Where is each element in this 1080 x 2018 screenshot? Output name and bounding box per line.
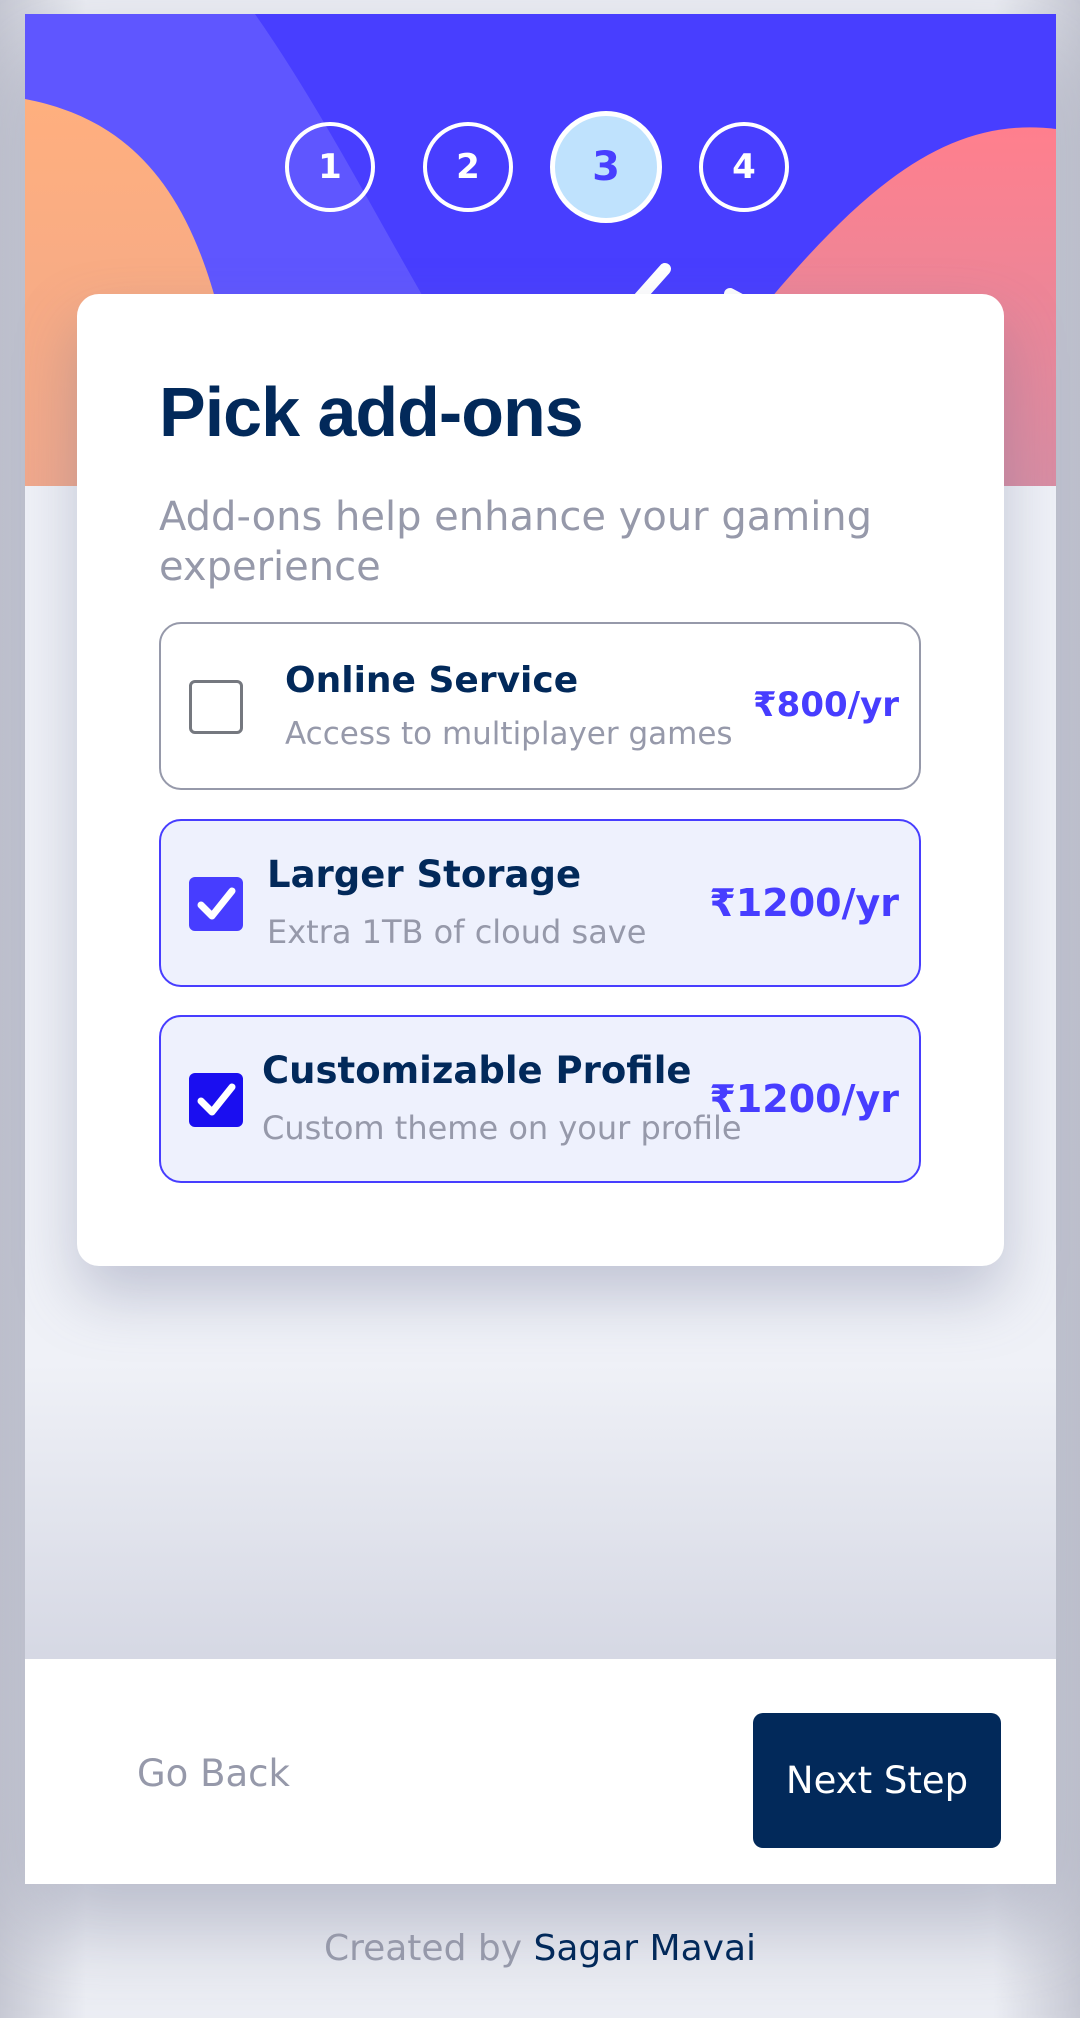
attribution-prefix: Created by xyxy=(323,1928,523,1969)
attribution: Created by Sagar Mavai xyxy=(0,1928,1080,1969)
addons-card: Pick add-ons Add-ons help enhance your g… xyxy=(77,294,1004,1266)
author-link[interactable]: Sagar Mavai xyxy=(533,1928,756,1969)
addon-description: Custom theme on your profile xyxy=(262,1109,742,1147)
step-3-indicator: 3 xyxy=(550,111,662,223)
addon-customizable-profile[interactable]: Customizable Profile Custom theme on you… xyxy=(159,1015,921,1183)
addon-price: ₹800/yr xyxy=(753,685,899,725)
background-shade xyxy=(25,1364,1056,1674)
step-1-indicator: 1 xyxy=(285,122,375,212)
step-4-indicator: 4 xyxy=(699,122,789,212)
checkmark-icon xyxy=(197,887,236,920)
addon-name: Customizable Profile xyxy=(262,1049,692,1092)
addon-customizable-profile-checkbox[interactable] xyxy=(189,1073,243,1127)
page-subtitle: Add-ons help enhance your gaming experie… xyxy=(159,494,873,590)
go-back-button[interactable]: Go Back xyxy=(137,1752,290,1795)
step-2-indicator: 2 xyxy=(423,122,513,212)
addon-name: Larger Storage xyxy=(267,853,582,896)
addon-description: Extra 1TB of cloud save xyxy=(267,913,647,951)
footer-nav: Go Back Next Step xyxy=(25,1659,1056,1884)
addon-larger-storage[interactable]: Larger Storage Extra 1TB of cloud save ₹… xyxy=(159,819,921,987)
next-step-button[interactable]: Next Step xyxy=(753,1713,1001,1848)
addon-larger-storage-checkbox[interactable] xyxy=(189,877,243,931)
addon-description: Access to multiplayer games xyxy=(285,716,733,752)
step-indicator: 1 2 3 4 xyxy=(25,111,1056,231)
addon-name: Online Service xyxy=(285,660,579,701)
addon-online-service[interactable]: Online Service Access to multiplayer gam… xyxy=(159,622,921,790)
addon-price: ₹1200/yr xyxy=(709,881,899,925)
checkmark-icon xyxy=(197,1083,236,1116)
addon-price: ₹1200/yr xyxy=(709,1077,899,1121)
addon-online-service-checkbox[interactable] xyxy=(189,680,243,734)
page-title: Pick add-ons xyxy=(159,373,584,451)
